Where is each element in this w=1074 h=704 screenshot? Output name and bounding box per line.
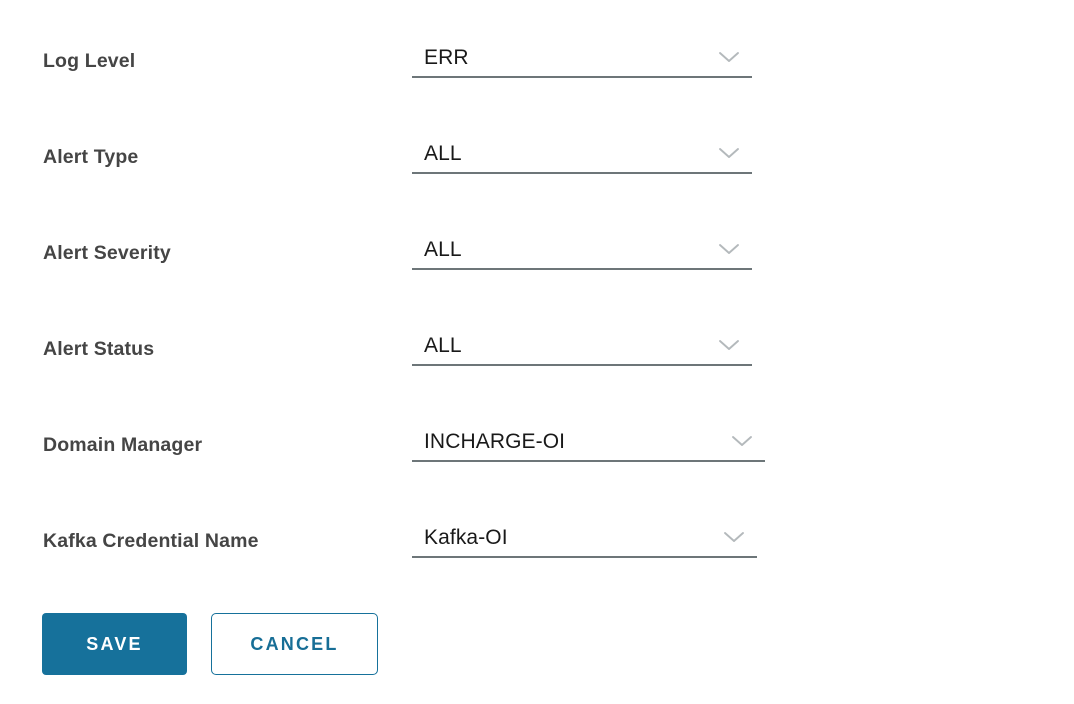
select-value: Kafka-OI — [424, 526, 508, 549]
chevron-down-icon[interactable] — [718, 338, 740, 352]
chevron-down-icon[interactable] — [718, 50, 740, 64]
chevron-down-icon[interactable] — [718, 242, 740, 256]
select-value: INCHARGE-OI — [424, 430, 566, 453]
field-label: Alert Type — [43, 146, 139, 168]
save-button[interactable]: SAVE — [42, 613, 187, 675]
select-value: ALL — [424, 334, 462, 357]
field-label: Alert Status — [43, 338, 155, 360]
chevron-down-icon[interactable] — [723, 530, 745, 544]
chevron-down-icon[interactable] — [731, 434, 753, 448]
field-label: Alert Severity — [43, 242, 171, 264]
select-alert-status[interactable]: ALL — [412, 318, 752, 366]
form-actions: SAVE CANCEL — [42, 613, 378, 675]
settings-form-panel: Log Level ERR Alert Type ALL Alert Severity A… — [0, 0, 1074, 704]
chevron-down-icon[interactable] — [718, 146, 740, 160]
select-value: ERR — [424, 46, 469, 69]
cancel-button[interactable]: CANCEL — [211, 613, 378, 675]
select-value: ALL — [424, 238, 462, 261]
select-alert-severity[interactable]: ALL — [412, 222, 752, 270]
select-log-level[interactable]: ERR — [412, 30, 752, 78]
select-alert-type[interactable]: ALL — [412, 126, 752, 174]
field-label: Log Level — [43, 50, 136, 72]
select-domain-manager[interactable]: INCHARGE-OI — [412, 414, 765, 462]
field-label: Kafka Credential Name — [43, 530, 259, 552]
field-label: Domain Manager — [43, 434, 203, 456]
select-value: ALL — [424, 142, 462, 165]
select-kafka-credential-name[interactable]: Kafka-OI — [412, 510, 757, 558]
